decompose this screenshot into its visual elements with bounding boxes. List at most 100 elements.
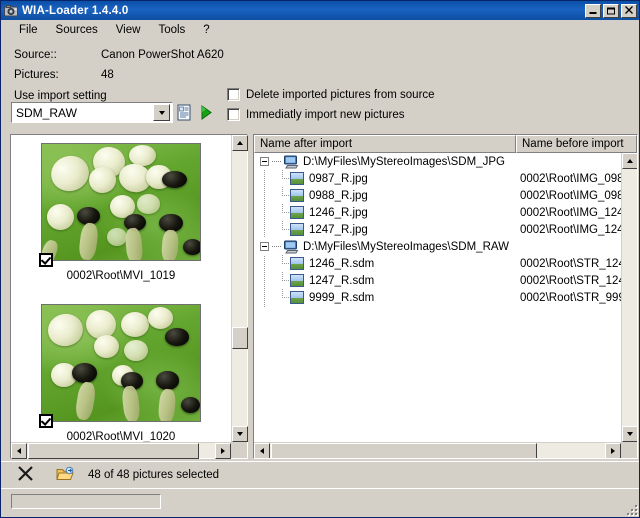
computer-icon: [283, 155, 299, 169]
tree-line: [272, 160, 281, 163]
thumbnail-list[interactable]: 0002\Root\MVI_1019 0002\Root\MVI_1020: [11, 135, 231, 442]
scroll-right-button[interactable]: [215, 443, 231, 459]
thumbnail-item[interactable]: 0002\Root\MVI_1019: [11, 143, 231, 282]
window-title: WIA-Loader 1.4.4.0: [22, 4, 129, 17]
delete-imported-checkbox[interactable]: [227, 88, 240, 101]
scroll-up-button[interactable]: [232, 135, 248, 151]
thumbnail-checkbox[interactable]: [39, 414, 53, 428]
image-file-icon: [290, 257, 304, 270]
collapse-icon[interactable]: [260, 157, 269, 166]
maximize-button[interactable]: [603, 3, 619, 18]
window-controls: [585, 3, 637, 18]
title-bar: WIA-Loader 1.4.4.0: [1, 1, 639, 20]
scroll-left-button[interactable]: [254, 443, 270, 458]
menu-item-sources[interactable]: Sources: [47, 22, 107, 38]
tree-child-row[interactable]: 9999_R.sdm 0002\Root\STR_9999: [254, 289, 621, 306]
thumbnail-vertical-scrollbar[interactable]: [231, 135, 248, 442]
thumbnail-image[interactable]: [41, 143, 201, 261]
thumbnail-horizontal-scrollbar[interactable]: [11, 442, 231, 459]
vertical-scroll-thumb[interactable]: [232, 327, 248, 349]
menu-item-view[interactable]: View: [107, 22, 150, 38]
scroll-up-button[interactable]: [622, 153, 637, 169]
immediately-import-label: Immediatly import new pictures: [246, 108, 405, 121]
column-header-name-before[interactable]: Name before import: [516, 135, 637, 153]
thumbnail-image[interactable]: [41, 304, 201, 422]
file-name-after: 9999_R.sdm: [309, 291, 375, 304]
thumbnail-checkbox[interactable]: [39, 253, 53, 267]
import-setting-label: Use import setting: [14, 90, 107, 102]
run-green-arrow-icon[interactable]: [197, 103, 214, 122]
file-name-before: 0002\Root\IMG_1247: [520, 223, 621, 236]
import-settings-panel: Source:: Canon PowerShot A620 Pictures: …: [1, 40, 639, 134]
cancel-x-icon[interactable]: [17, 465, 34, 485]
chevron-down-icon[interactable]: [153, 104, 170, 121]
scrollbar-corner: [231, 442, 247, 458]
immediately-import-checkbox-row[interactable]: Immediatly import new pictures: [227, 108, 405, 121]
image-file-icon: [290, 172, 304, 185]
file-name-after: 1246_R.jpg: [309, 206, 368, 219]
tree-child-row[interactable]: 1247_R.jpg 0002\Root\IMG_1247: [254, 221, 621, 238]
source-value: Canon PowerShot A620: [101, 49, 224, 61]
scrollbar-corner: [621, 442, 637, 458]
immediately-import-checkbox[interactable]: [227, 108, 240, 121]
menu-item-file[interactable]: File: [10, 22, 47, 38]
delete-imported-checkbox-row[interactable]: Delete imported pictures from source: [227, 88, 435, 101]
column-header-name-after[interactable]: Name after import: [254, 135, 516, 153]
menu-item-help[interactable]: ?: [194, 22, 218, 38]
file-name-before: 0002\Root\STR_9999: [520, 291, 621, 304]
collapse-icon[interactable]: [260, 242, 269, 251]
import-setting-value: SDM_RAW: [16, 105, 77, 120]
scroll-down-button[interactable]: [622, 426, 637, 442]
tree-line: [276, 221, 290, 238]
application-window: WIA-Loader 1.4.4.0 File Sources View Too…: [0, 0, 640, 518]
file-name-before: 0002\Root\IMG_0988: [520, 189, 621, 202]
scroll-left-button[interactable]: [11, 443, 27, 459]
tree-child-row[interactable]: 1247_R.sdm 0002\Root\STR_1247: [254, 272, 621, 289]
image-file-icon: [290, 206, 304, 219]
thumbnail-caption: 0002\Root\MVI_1020: [66, 431, 176, 442]
settings-document-icon[interactable]: [176, 103, 193, 122]
tree-line: [276, 204, 290, 221]
file-name-after: 0987_R.jpg: [309, 172, 368, 185]
status-bar: 48 of 48 pictures selected: [1, 461, 639, 488]
tree-line: [276, 170, 290, 187]
import-setting-combobox[interactable]: SDM_RAW: [11, 102, 173, 123]
progress-bar-area: [1, 488, 639, 517]
tree-group-row[interactable]: D:\MyFiles\MyStereoImages\SDM_RAW: [254, 238, 621, 255]
file-name-after: 0988_R.jpg: [309, 189, 368, 202]
list-column-headers: Name after import Name before import: [254, 135, 637, 153]
list-body: D:\MyFiles\MyStereoImages\SDM_JPG 0987_R…: [254, 153, 637, 458]
open-folder-icon[interactable]: [56, 466, 74, 485]
horizontal-scroll-thumb[interactable]: [28, 443, 199, 459]
tree-line: [276, 272, 290, 289]
tree-group-row[interactable]: D:\MyFiles\MyStereoImages\SDM_JPG: [254, 153, 621, 170]
file-name-after: 1247_R.sdm: [309, 274, 375, 287]
tree-child-row[interactable]: 0988_R.jpg 0002\Root\IMG_0988: [254, 187, 621, 204]
pictures-label: Pictures:: [14, 69, 59, 81]
thumbnail-item[interactable]: 0002\Root\MVI_1020: [11, 304, 231, 442]
tree-child-row[interactable]: 1246_R.sdm 0002\Root\STR_1246: [254, 255, 621, 272]
image-file-icon: [290, 223, 304, 236]
tree-line: [272, 245, 281, 248]
tree-child-row[interactable]: 1246_R.jpg 0002\Root\IMG_1246: [254, 204, 621, 221]
tree-line: [276, 187, 290, 204]
menu-item-tools[interactable]: Tools: [149, 22, 194, 38]
tree-line: [276, 255, 290, 272]
file-name-before: 0002\Root\IMG_1246: [520, 206, 621, 219]
scroll-down-button[interactable]: [232, 426, 248, 442]
file-name-before: 0002\Root\STR_1247: [520, 274, 621, 287]
minimize-button[interactable]: [585, 3, 601, 18]
list-horizontal-scrollbar[interactable]: [254, 442, 621, 458]
list-vertical-scrollbar[interactable]: [621, 153, 637, 442]
file-name-before: 0002\Root\STR_1246: [520, 257, 621, 270]
tree-rows[interactable]: D:\MyFiles\MyStereoImages\SDM_JPG 0987_R…: [254, 153, 621, 442]
resize-grip[interactable]: [625, 503, 637, 515]
tree-child-row[interactable]: 0987_R.jpg 0002\Root\IMG_0987: [254, 170, 621, 187]
tree-group-path: D:\MyFiles\MyStereoImages\SDM_JPG: [303, 155, 505, 168]
horizontal-scroll-thumb[interactable]: [271, 443, 537, 458]
close-button[interactable]: [621, 3, 637, 18]
pictures-count: 48: [101, 69, 114, 81]
computer-icon: [283, 240, 299, 254]
scroll-right-button[interactable]: [605, 443, 621, 458]
delete-imported-label: Delete imported pictures from source: [246, 88, 435, 101]
